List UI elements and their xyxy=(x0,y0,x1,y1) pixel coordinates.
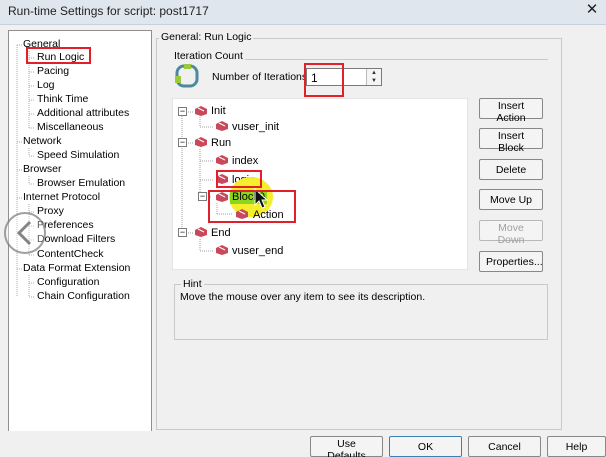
vuser-end-action-icon xyxy=(216,245,228,255)
tree-item-network[interactable]: Network xyxy=(23,135,62,148)
node-index[interactable]: index xyxy=(232,154,258,168)
tree-item-browser[interactable]: Browser xyxy=(23,163,62,176)
window-title: Run-time Settings for script: post1717 xyxy=(8,4,209,18)
insert-block-button[interactable]: Insert Block xyxy=(479,128,543,154)
title-bar: Run-time Settings for script: post1717 ✕ xyxy=(0,0,606,25)
close-icon[interactable]: ✕ xyxy=(578,0,606,20)
tree-item-data-format-extension[interactable]: Data Format Extension xyxy=(23,262,130,275)
tree-item-miscellaneous[interactable]: Miscellaneous xyxy=(37,121,104,134)
tree-item-configuration[interactable]: Configuration xyxy=(37,276,99,289)
hint-label: Hint xyxy=(181,278,204,290)
runtime-settings-dialog: Run-time Settings for script: post1717 ✕ xyxy=(0,0,606,457)
tree-item-think-time[interactable]: Think Time xyxy=(37,93,88,106)
index-action-icon xyxy=(216,155,228,165)
end-section-icon xyxy=(195,227,207,237)
help-button[interactable]: Help xyxy=(547,436,606,457)
tree-item-chain-configuration[interactable]: Chain Configuration xyxy=(37,290,130,303)
init-section-icon xyxy=(195,106,207,116)
use-defaults-button[interactable]: Use Defaults xyxy=(310,436,383,457)
run-logic-highlight xyxy=(26,47,91,64)
tree-item-pacing[interactable]: Pacing xyxy=(37,65,69,78)
spin-down-icon[interactable]: ▼ xyxy=(366,77,381,85)
login-highlight xyxy=(216,170,262,188)
tree-item-additional-attributes[interactable]: Additional attributes xyxy=(37,107,129,120)
collapse-end-icon[interactable]: − xyxy=(178,228,187,237)
node-init[interactable]: Init xyxy=(211,104,226,118)
iteration-loop-icon xyxy=(175,64,199,88)
block-highlight xyxy=(208,190,296,223)
tree-item-browser-emulation[interactable]: Browser Emulation xyxy=(37,177,125,190)
node-end[interactable]: End xyxy=(211,226,231,240)
collapse-init-icon[interactable]: − xyxy=(178,107,187,116)
hint-text: Move the mouse over any item to see its … xyxy=(180,291,426,303)
tree-item-log[interactable]: Log xyxy=(37,79,55,92)
tree-item-download-filters[interactable]: Download Filters xyxy=(37,233,115,246)
delete-button[interactable]: Delete xyxy=(479,159,543,180)
collapse-block0-icon[interactable]: − xyxy=(198,192,207,201)
vuser-init-action-icon xyxy=(216,121,228,131)
iterations-label: Number of Iterations: xyxy=(212,71,311,83)
run-section-icon xyxy=(195,137,207,147)
cancel-button[interactable]: Cancel xyxy=(468,436,541,457)
back-arrow-icon[interactable] xyxy=(2,210,48,256)
node-vuser-end[interactable]: vuser_end xyxy=(232,244,283,258)
iterations-highlight xyxy=(304,63,344,97)
panel-title: General: Run Logic xyxy=(159,31,254,43)
move-down-button[interactable]: Move Down xyxy=(479,220,543,246)
iteration-count-label: Iteration Count xyxy=(172,50,245,62)
node-run[interactable]: Run xyxy=(211,136,231,150)
tree-item-speed-simulation[interactable]: Speed Simulation xyxy=(37,149,119,162)
spin-up-icon[interactable]: ▲ xyxy=(366,69,381,77)
move-up-button[interactable]: Move Up xyxy=(479,189,543,210)
collapse-run-icon[interactable]: − xyxy=(178,138,187,147)
insert-action-button[interactable]: Insert Action xyxy=(479,98,543,124)
properties-button[interactable]: Properties... xyxy=(479,251,543,272)
ok-button[interactable]: OK xyxy=(389,436,462,457)
node-vuser-init[interactable]: vuser_init xyxy=(232,120,279,134)
tree-item-internet-protocol[interactable]: Internet Protocol xyxy=(23,191,100,204)
